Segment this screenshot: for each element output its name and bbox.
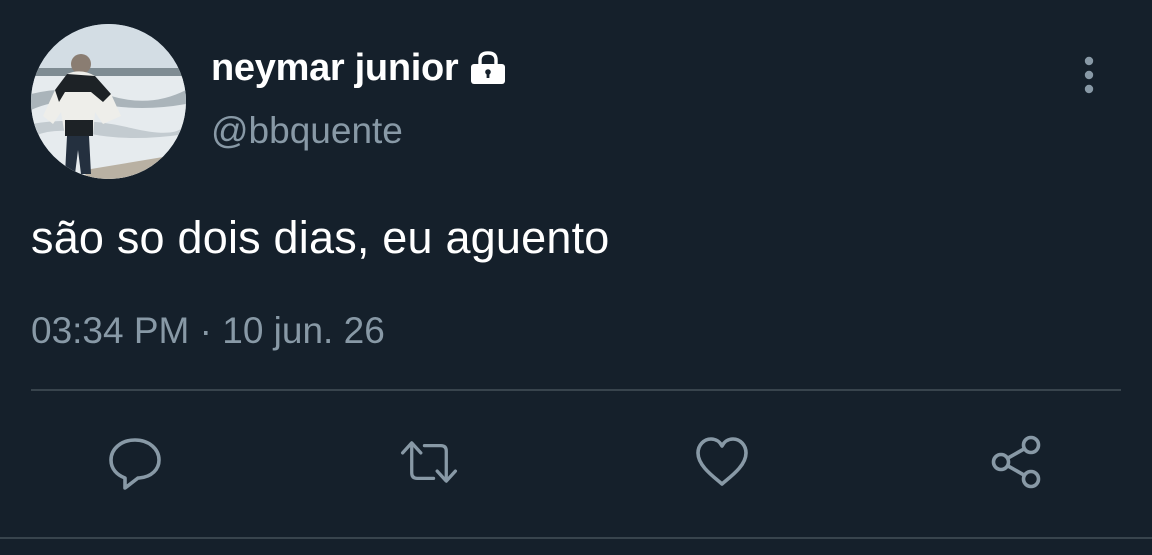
avatar-photo xyxy=(31,24,186,179)
user-handle[interactable]: @bbquente xyxy=(211,110,403,152)
tweet-text: são so dois dias, eu aguento xyxy=(31,212,610,263)
display-name-row: neymar junior xyxy=(211,44,508,92)
more-vertical-icon xyxy=(1084,56,1094,94)
avatar[interactable] xyxy=(31,24,186,179)
bottom-divider xyxy=(0,537,1152,539)
reply-icon xyxy=(109,438,161,490)
tweet-timestamp[interactable]: 03:34 PM · 10 jun. 26 xyxy=(31,310,385,352)
lock-icon xyxy=(468,51,508,85)
divider xyxy=(31,389,1121,391)
share-icon xyxy=(991,435,1041,489)
display-name[interactable]: neymar junior xyxy=(211,47,459,90)
retweet-icon xyxy=(401,441,457,483)
more-options-button[interactable] xyxy=(1070,54,1108,96)
like-button[interactable] xyxy=(692,432,752,492)
retweet-button[interactable] xyxy=(399,432,459,492)
share-button[interactable] xyxy=(986,432,1046,492)
reply-button[interactable] xyxy=(105,432,165,492)
heart-icon xyxy=(696,437,748,486)
